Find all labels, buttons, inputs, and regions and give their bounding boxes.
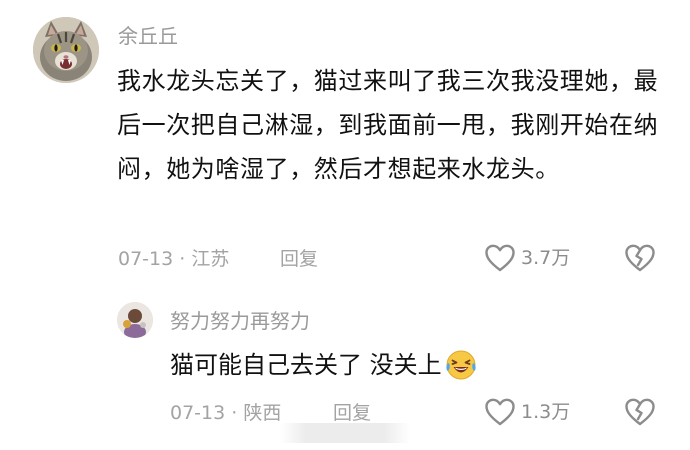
reply-like-button[interactable]: 1.3万 xyxy=(484,395,570,429)
broken-heart-icon xyxy=(625,398,655,426)
avatar[interactable] xyxy=(33,17,99,83)
heart-icon xyxy=(485,398,515,426)
heart-icon xyxy=(485,244,515,272)
broken-heart-icon xyxy=(625,244,655,272)
reply-text: 猫可能自己去关了 没关上 xyxy=(170,351,442,379)
reply-avatar-icon xyxy=(117,302,153,338)
reply-like-count: 1.3万 xyxy=(521,401,571,423)
like-count: 3.7万 xyxy=(521,247,571,269)
reply-dislike-button[interactable] xyxy=(624,395,656,429)
cat-avatar-icon xyxy=(33,17,99,83)
reply-author[interactable]: 努力努力再努力 xyxy=(170,307,310,335)
like-button[interactable]: 3.7万 xyxy=(484,241,570,275)
reply-text-container: 猫可能自己去关了 没关上 xyxy=(170,347,478,383)
watermark xyxy=(280,423,410,443)
comment-text: 我水龙头忘关了，猫过来叫了我三次我没理她，最后一次把自己淋湿，到我面前一甩，我刚… xyxy=(117,67,659,183)
reply-button[interactable]: 回复 xyxy=(280,244,318,274)
laughing-crying-emoji-icon xyxy=(444,348,478,382)
comment-meta: 07-13 · 江苏 xyxy=(118,248,230,270)
comment-author[interactable]: 余丘丘 xyxy=(118,22,178,50)
reply-meta: 07-13 · 陕西 xyxy=(170,402,282,424)
dislike-button[interactable] xyxy=(624,241,656,275)
reply-avatar[interactable] xyxy=(117,302,153,338)
